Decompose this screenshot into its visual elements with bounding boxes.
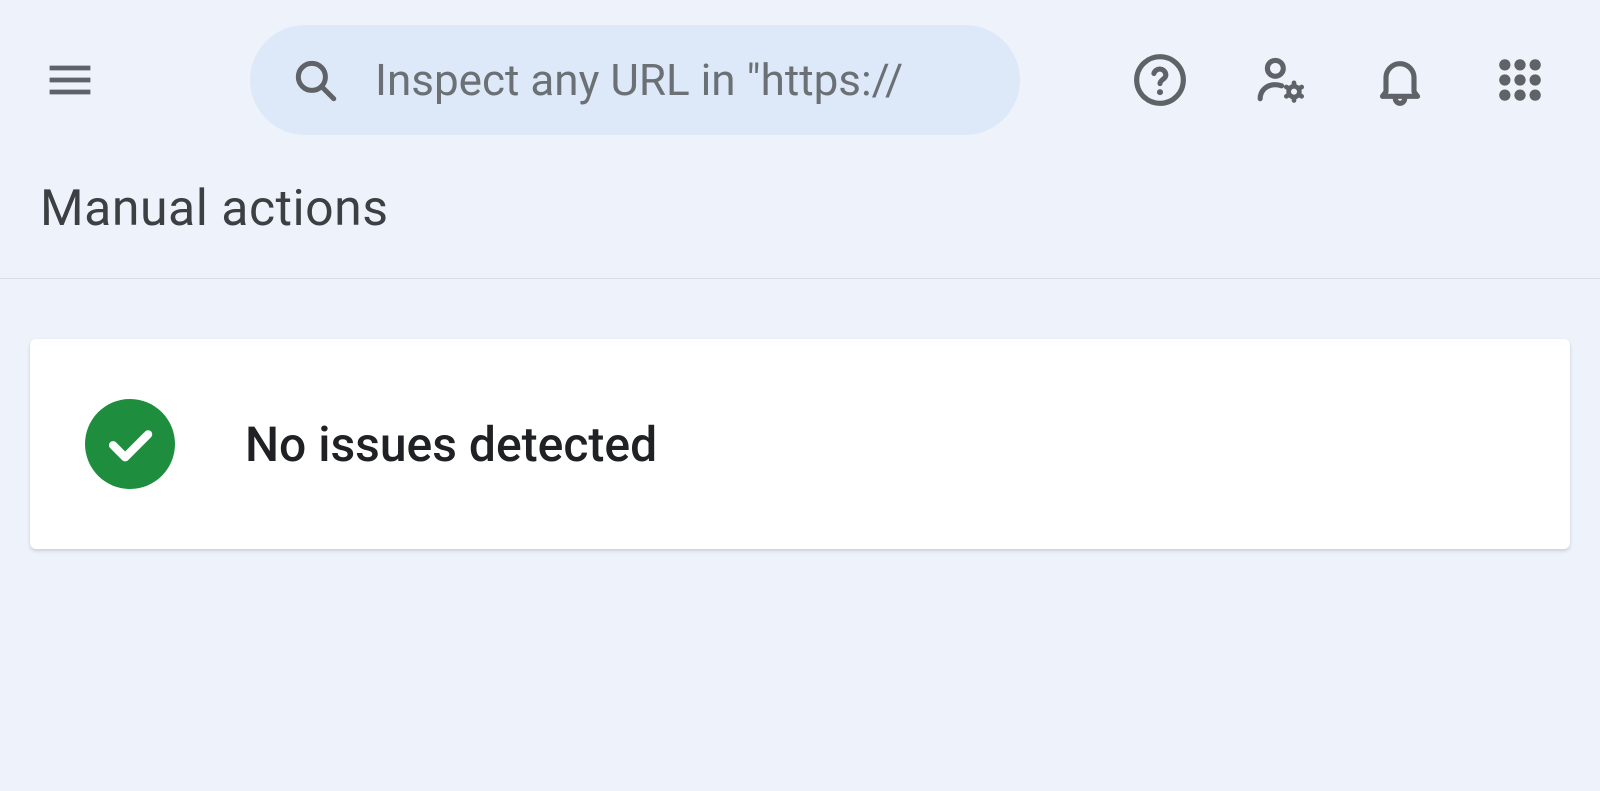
help-icon — [1132, 52, 1188, 108]
bell-icon — [1372, 52, 1428, 108]
search-icon — [290, 55, 340, 105]
menu-button[interactable] — [30, 40, 110, 120]
search-input[interactable] — [375, 54, 980, 106]
check-circle-icon — [85, 399, 175, 489]
status-card: No issues detected — [30, 339, 1570, 549]
header — [0, 0, 1600, 160]
notifications-button[interactable] — [1370, 50, 1430, 110]
search-bar[interactable] — [250, 25, 1020, 135]
page-title: Manual actions — [40, 180, 1560, 238]
content: No issues detected — [0, 279, 1600, 609]
page-title-row: Manual actions — [0, 160, 1600, 279]
apps-button[interactable] — [1490, 50, 1550, 110]
status-message: No issues detected — [245, 416, 657, 473]
hamburger-icon — [46, 56, 94, 104]
apps-grid-icon — [1494, 54, 1546, 106]
user-settings-icon — [1252, 52, 1308, 108]
help-button[interactable] — [1130, 50, 1190, 110]
header-actions — [1130, 50, 1570, 110]
user-settings-button[interactable] — [1250, 50, 1310, 110]
